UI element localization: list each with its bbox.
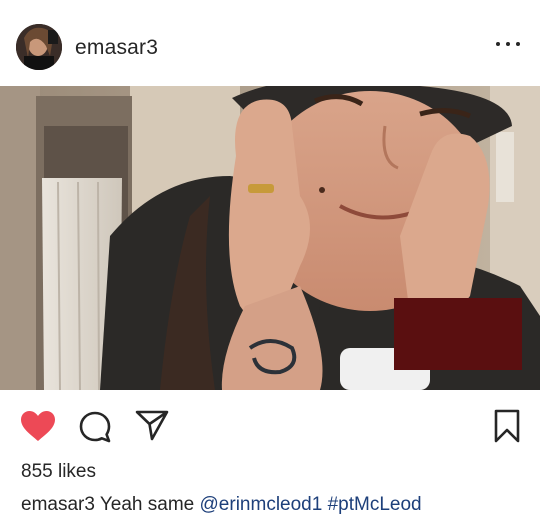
caption-username[interactable]: emasar3	[21, 494, 95, 515]
post-header: emasar3	[0, 0, 540, 90]
bookmark-icon[interactable]	[492, 409, 522, 443]
post-photo[interactable]	[0, 86, 540, 390]
caption-text: Yeah same	[99, 494, 195, 515]
post-photo-image	[0, 86, 540, 390]
more-options-icon[interactable]	[494, 38, 522, 50]
caption-mention[interactable]: @erinmcleod1	[200, 494, 323, 515]
avatar[interactable]	[16, 24, 62, 70]
caption-hashtag[interactable]: #ptMcLeod	[328, 494, 422, 515]
comment-icon[interactable]	[78, 410, 112, 444]
post-actions-bar	[0, 396, 540, 456]
post-username[interactable]: emasar3	[75, 36, 158, 60]
post-caption: emasar3 Yeah same @erinmcleod1 #ptMcLeod	[21, 494, 422, 516]
likes-count[interactable]: 855 likes	[21, 461, 96, 483]
heart-icon[interactable]	[20, 410, 56, 442]
paper-plane-icon[interactable]	[135, 409, 169, 441]
avatar-image	[16, 24, 62, 70]
